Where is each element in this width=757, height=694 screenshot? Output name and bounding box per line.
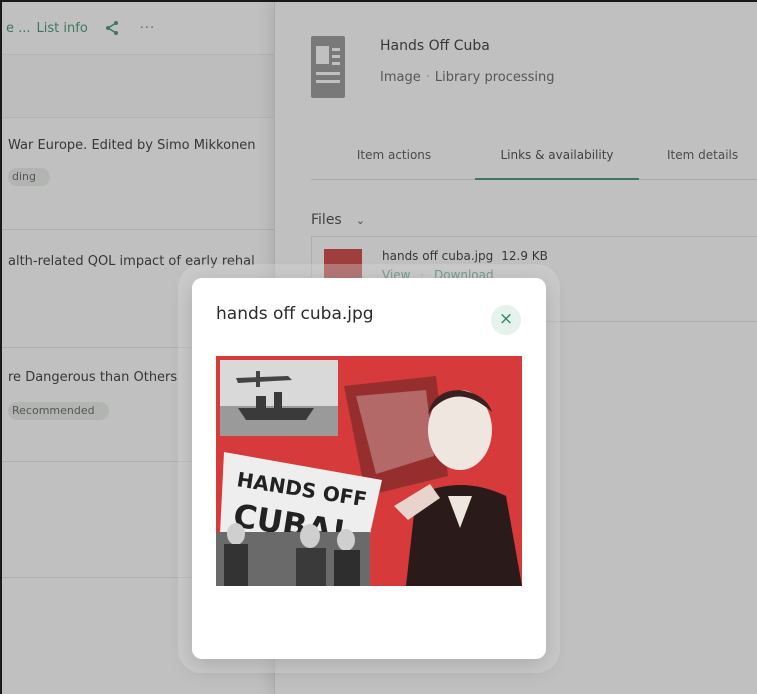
close-icon[interactable]: × <box>491 305 521 335</box>
hands-off-cuba-image: HANDS OFF CUBA! <box>216 356 522 586</box>
modal-title: hands off cuba.jpg <box>216 304 374 324</box>
image-preview-modal: hands off cuba.jpg × HANDS OFF CUBA! <box>192 278 546 659</box>
image-preview: HANDS OFF CUBA! <box>216 356 522 586</box>
